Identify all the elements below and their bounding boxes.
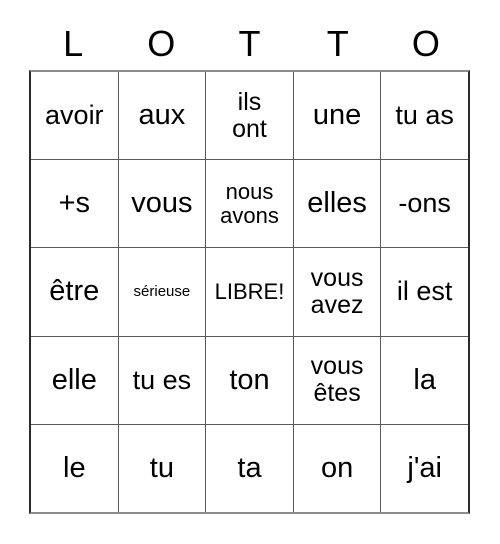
bingo-cell-r1c4[interactable]: une: [292, 72, 381, 160]
header-letter-1: L: [63, 23, 84, 64]
bingo-cell-r3c5[interactable]: il est: [380, 248, 468, 336]
bingo-cell-r3c2[interactable]: sérieuse: [117, 248, 206, 336]
bingo-cell-label: aux: [138, 98, 186, 131]
bingo-cell-label: il est: [396, 276, 453, 307]
bingo-cell-label: nous avons: [220, 179, 279, 228]
bingo-row-3: être sérieuse LIBRE! vous avez il est: [31, 247, 468, 336]
bingo-cell-label: vous: [131, 187, 193, 220]
bingo-cell-r4c3[interactable]: ton: [205, 336, 293, 424]
bingo-cell-label: le: [63, 451, 86, 484]
bingo-cell-label: elle: [51, 363, 97, 396]
bingo-cell-r4c1[interactable]: elle: [31, 336, 118, 424]
bingo-cell-label: vous êtes: [310, 352, 364, 408]
bingo-cell-r5c3[interactable]: ta: [205, 424, 293, 513]
bingo-cell-label: ton: [229, 363, 270, 396]
bingo-cell-label: une: [312, 98, 362, 131]
bingo-cell-label: avoir: [45, 100, 104, 131]
bingo-cell-label: +s: [58, 187, 91, 220]
bingo-row-5: le tu ta on j'ai: [31, 423, 468, 513]
bingo-cell-r1c2[interactable]: aux: [117, 72, 206, 160]
bingo-cell-r2c5[interactable]: -ons: [380, 160, 468, 248]
bingo-grid: avoir aux ils ont une tu as +s vous nous…: [29, 70, 470, 514]
bingo-cell-label: ta: [237, 451, 262, 484]
bingo-cell-r2c2[interactable]: vous: [117, 160, 206, 248]
bingo-cell-r4c5[interactable]: la: [380, 336, 468, 424]
bingo-cell-r1c1[interactable]: avoir: [31, 72, 118, 160]
bingo-cell-r3c4[interactable]: vous avez: [292, 248, 381, 336]
bingo-cell-label: être: [49, 275, 100, 308]
bingo-cell-label: tu as: [395, 100, 454, 131]
header-letter-4: T: [326, 23, 349, 64]
bingo-cell-r5c2[interactable]: tu: [117, 424, 206, 513]
bingo-cell-label: tu es: [132, 364, 192, 395]
bingo-card: L O T T O avoir aux ils ont une tu as +s…: [0, 0, 500, 544]
bingo-cell-r5c1[interactable]: le: [31, 424, 118, 513]
bingo-cell-label: on: [320, 451, 354, 484]
bingo-cell-label: tu: [149, 451, 174, 484]
bingo-cell-r2c1[interactable]: +s: [31, 160, 118, 248]
bingo-cell-label: j'ai: [407, 451, 442, 484]
header-letter-5: O: [411, 23, 440, 64]
header-letter-3: T: [238, 23, 261, 64]
bingo-cell-r3c1[interactable]: être: [31, 248, 118, 336]
bingo-cell-r5c5[interactable]: j'ai: [380, 424, 468, 513]
bingo-cell-label: ils ont: [232, 87, 267, 143]
bingo-cell-label: -ons: [398, 188, 451, 219]
bingo-cell-r1c3[interactable]: ils ont: [205, 72, 293, 160]
bingo-row-2: +s vous nous avons elles -ons: [31, 159, 468, 248]
bingo-cell-r4c2[interactable]: tu es: [117, 336, 206, 424]
bingo-cell-r5c4[interactable]: on: [292, 424, 381, 513]
bingo-cell-free-space[interactable]: LIBRE!: [205, 248, 293, 336]
header-letter-2: O: [147, 23, 176, 64]
bingo-cell-label: vous avez: [310, 264, 364, 319]
bingo-cell-r1c5[interactable]: tu as: [380, 72, 468, 160]
bingo-row-1: avoir aux ils ont une tu as: [31, 72, 468, 160]
bingo-row-4: elle tu es ton vous êtes la: [31, 335, 468, 424]
bingo-header-row: L O T T O: [29, 18, 470, 70]
bingo-cell-r2c4[interactable]: elles: [292, 160, 381, 248]
bingo-cell-label: sérieuse: [133, 282, 191, 300]
bingo-cell-r2c3[interactable]: nous avons: [205, 160, 293, 248]
bingo-cell-label: elles: [307, 187, 367, 220]
bingo-cell-label: la: [413, 363, 436, 396]
free-space-label: LIBRE!: [214, 279, 285, 305]
bingo-cell-r4c4[interactable]: vous êtes: [292, 336, 381, 424]
